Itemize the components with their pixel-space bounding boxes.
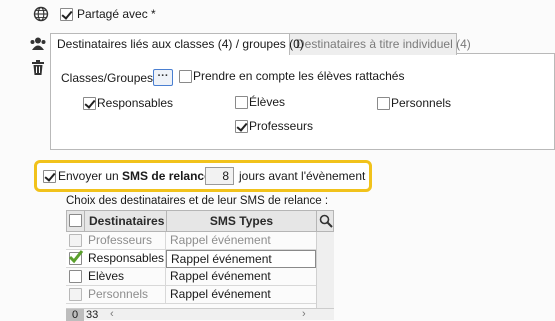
include-attached-checkbox[interactable] [179,70,192,83]
row-checkbox[interactable] [69,270,82,283]
classes-groups-label: Classes/Groupes [61,71,154,85]
professeurs-label: Professeurs [249,119,314,133]
table-row[interactable]: Responsables Rappel événement [66,250,316,268]
row-checkbox[interactable] [69,234,82,247]
table-row[interactable]: Personnels Rappel événement [66,286,316,304]
eleves-label: Élèves [249,95,286,109]
shared-checkbox[interactable] [60,8,73,21]
sms-reminder-bold: SMS de relance [122,169,211,183]
select-all-checkbox[interactable] [69,214,82,227]
row-checkbox[interactable] [69,288,82,301]
scroll-left-icon[interactable]: ‹ [110,308,114,320]
scroll-right-icon[interactable]: › [302,308,306,320]
row-recipient: Personnels [84,286,166,304]
responsables-checkbox[interactable] [83,97,96,110]
shared-label: Partagé avec * [77,7,156,21]
grid-header-sms-types[interactable]: SMS Types [166,210,317,232]
grid-search-cell[interactable] [316,210,334,232]
sms-days-input[interactable]: 8 [205,167,234,185]
personnels-label: Personnels [391,96,452,110]
search-icon[interactable] [319,214,333,228]
row-sms-type: Rappel événement [166,268,316,286]
grid-footer: 0 33 ‹ › [66,308,334,321]
tab-individual-recipients[interactable]: Destinataires à titre individuel (4) [289,33,471,55]
tab-class-recipients[interactable]: Destinataires liés aux classes (4) / gro… [50,33,304,55]
row-sms-type: Rappel événement [166,232,316,250]
footer-count-total: 33 [86,309,99,321]
sms-days-suffix: jours avant l'évènement [239,169,366,183]
footer-count-selected: 0 [66,309,84,321]
sms-reminder-checkbox[interactable] [43,170,56,183]
table-row[interactable]: Elèves Rappel événement [66,268,316,286]
row-sms-type: Rappel événement [166,286,316,304]
select-classes-button[interactable]: ··· [153,69,173,86]
row-recipient: Professeurs [84,232,166,250]
eleves-checkbox[interactable] [235,96,248,109]
personnels-checkbox[interactable] [377,97,390,110]
trash-icon[interactable] [31,60,45,78]
green-check-icon [68,250,84,264]
sms-reminder-prefix: Envoyer un [58,169,123,183]
grid-header-select [66,210,85,232]
choice-label: Choix des destinataires et de leur SMS d… [66,195,329,207]
globe-icon [33,6,49,25]
row-recipient: Responsables [84,250,166,268]
users-icon[interactable] [29,37,47,54]
row-sms-type: Rappel événement [166,250,316,268]
grid-vertical-scrollbar[interactable] [316,232,334,310]
sms-reminder-label: Envoyer un SMS de relance [58,169,211,183]
include-attached-label: Prendre en compte les élèves rattachés [193,69,405,83]
table-row[interactable]: Professeurs Rappel événement [66,232,316,250]
professeurs-checkbox[interactable] [235,120,248,133]
recipients-grid: Destinataires SMS Types Professeurs Rapp… [66,210,334,321]
row-recipient: Elèves [84,268,166,286]
responsables-label: Responsables [97,96,174,110]
grid-header-recipients[interactable]: Destinataires [84,210,167,232]
